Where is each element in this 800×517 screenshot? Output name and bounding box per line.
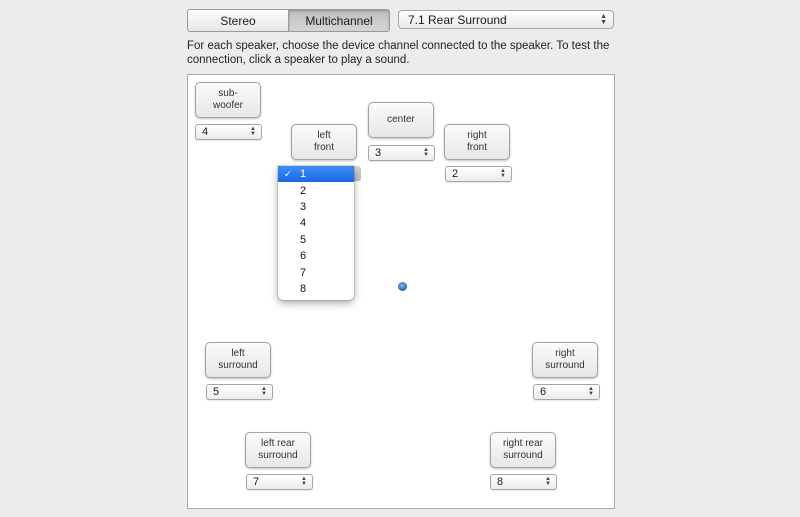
left-front-channel-select-edge[interactable]: [354, 166, 361, 181]
channel-menu-item[interactable]: 8: [278, 281, 354, 297]
multichannel-tab[interactable]: Multichannel: [289, 10, 389, 31]
left-surround-speaker-button[interactable]: left surround: [205, 342, 271, 378]
channel-menu-item[interactable]: ✓ 1: [278, 166, 354, 183]
channel-menu-item[interactable]: 5: [278, 232, 354, 248]
channel-menu-item[interactable]: 3: [278, 199, 354, 215]
center-channel-value: 3: [375, 147, 382, 159]
right-rear-surround-channel-select[interactable]: 8 ▲ ▼: [490, 474, 557, 490]
right-surround-channel-select[interactable]: 6 ▲ ▼: [533, 384, 600, 400]
speaker-layout-panel: sub- woofer 4 ▲ ▼ left front center 3 ▲ ▼ …: [187, 74, 615, 509]
right-front-speaker-button[interactable]: right front: [444, 124, 510, 160]
up-down-arrows-icon: ▲ ▼: [250, 126, 256, 137]
left-surround-channel-select[interactable]: 5 ▲ ▼: [206, 384, 273, 400]
up-down-arrows-icon: ▲ ▼: [500, 168, 506, 179]
right-surround-speaker-button[interactable]: right surround: [532, 342, 598, 378]
speaker-configuration-value: 7.1 Rear Surround: [408, 12, 507, 27]
up-down-arrows-icon: ▲ ▼: [261, 386, 267, 397]
subwoofer-channel-value: 4: [202, 126, 209, 138]
output-mode-segmented-control: Stereo Multichannel: [187, 9, 390, 32]
up-down-arrows-icon: ▲ ▼: [423, 147, 429, 158]
channel-menu-item[interactable]: 6: [278, 248, 354, 264]
up-down-arrows-icon: ▲ ▼: [545, 476, 551, 487]
left-rear-surround-channel-value: 7: [253, 476, 260, 488]
instructions-text: For each speaker, choose the device chan…: [187, 40, 610, 66]
right-rear-surround-speaker-button[interactable]: right rear surround: [490, 432, 556, 468]
left-front-speaker-button[interactable]: left front: [291, 124, 357, 160]
left-front-channel-menu: ✓ 1 2 3 4 5 6 7 8: [278, 166, 354, 300]
left-rear-surround-channel-select[interactable]: 7 ▲ ▼: [246, 474, 313, 490]
channel-menu-item[interactable]: 7: [278, 264, 354, 280]
right-front-channel-value: 2: [452, 168, 459, 180]
up-down-arrows-icon: ▲ ▼: [301, 476, 307, 487]
right-front-channel-select[interactable]: 2 ▲ ▼: [445, 166, 512, 182]
listener-position-icon[interactable]: [398, 282, 407, 291]
subwoofer-speaker-button[interactable]: sub- woofer: [195, 82, 261, 118]
subwoofer-channel-select[interactable]: 4 ▲ ▼: [195, 124, 262, 140]
left-surround-channel-value: 5: [213, 386, 220, 398]
channel-menu-item[interactable]: 2: [278, 182, 354, 198]
channel-menu-item[interactable]: 4: [278, 215, 354, 231]
up-down-arrows-icon: ▲ ▼: [600, 12, 607, 26]
speaker-configuration-select[interactable]: 7.1 Rear Surround ▲ ▼: [398, 10, 614, 29]
center-channel-select[interactable]: 3 ▲ ▼: [368, 145, 435, 161]
stereo-tab[interactable]: Stereo: [188, 10, 289, 31]
right-surround-channel-value: 6: [540, 386, 547, 398]
checkmark-icon: ✓: [284, 168, 292, 179]
left-rear-surround-speaker-button[interactable]: left rear surround: [245, 432, 311, 468]
up-down-arrows-icon: ▲ ▼: [588, 386, 594, 397]
center-speaker-button[interactable]: center: [368, 102, 434, 138]
right-rear-surround-channel-value: 8: [497, 476, 504, 488]
